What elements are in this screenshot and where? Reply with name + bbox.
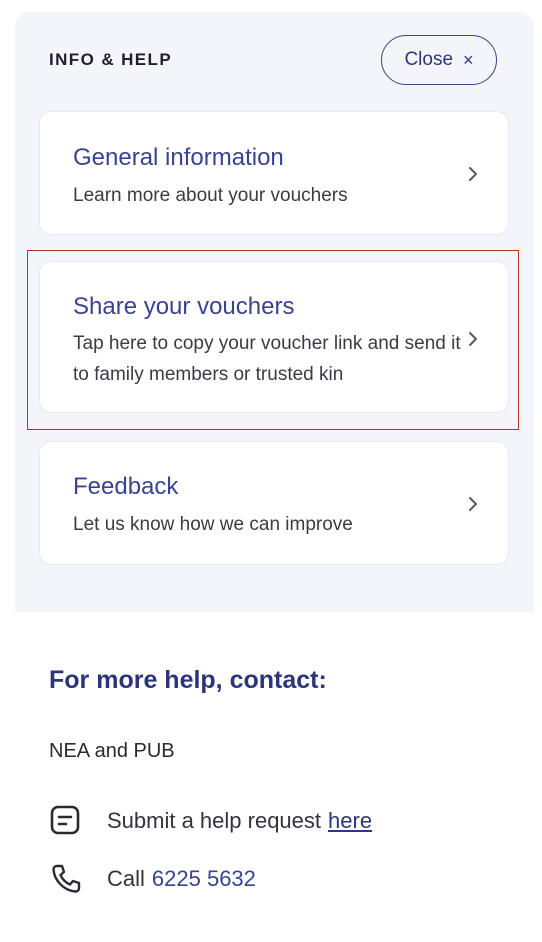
help-request-link[interactable]: here <box>328 808 372 834</box>
help-request-text: Submit a help request <box>107 808 322 833</box>
chevron-right-icon <box>469 497 477 511</box>
feedback-card[interactable]: Feedback Let us know how we can improve <box>39 441 509 565</box>
card-title: General information <box>73 144 284 171</box>
share-vouchers-card[interactable]: Share your vouchers Tap here to copy you… <box>39 261 509 413</box>
general-information-card[interactable]: General information Learn more about you… <box>39 111 509 235</box>
organization-name: NEA and PUB <box>49 740 175 762</box>
phone-icon <box>52 864 81 893</box>
card-description: Tap here to copy your voucher link and s… <box>73 333 461 385</box>
card-title: Share your vouchers <box>73 293 295 320</box>
card-description: Let us know how we can improve <box>73 514 353 535</box>
chevron-right-icon <box>469 332 477 346</box>
close-button[interactable]: Close × <box>381 35 497 85</box>
chevron-right-icon <box>469 167 477 181</box>
panel-header: INFO & HELP Close × <box>15 12 534 110</box>
phone-number-link[interactable]: 6225 5632 <box>152 866 256 892</box>
close-icon: × <box>463 50 474 70</box>
call-row: Call 6225 5632 <box>49 862 256 896</box>
help-request-row: Submit a help request here <box>49 804 372 838</box>
contact-help-section: For more help, contact: NEA and PUB Subm… <box>0 612 542 942</box>
close-label: Close <box>404 49 454 70</box>
info-help-panel: INFO & HELP Close × General information … <box>15 12 534 612</box>
card-description: Learn more about your vouchers <box>73 185 348 206</box>
help-heading: For more help, contact: <box>49 666 327 694</box>
card-title: Feedback <box>73 473 179 500</box>
call-text: Call <box>107 866 145 891</box>
panel-title: INFO & HELP <box>49 50 173 69</box>
note-icon <box>50 805 80 835</box>
